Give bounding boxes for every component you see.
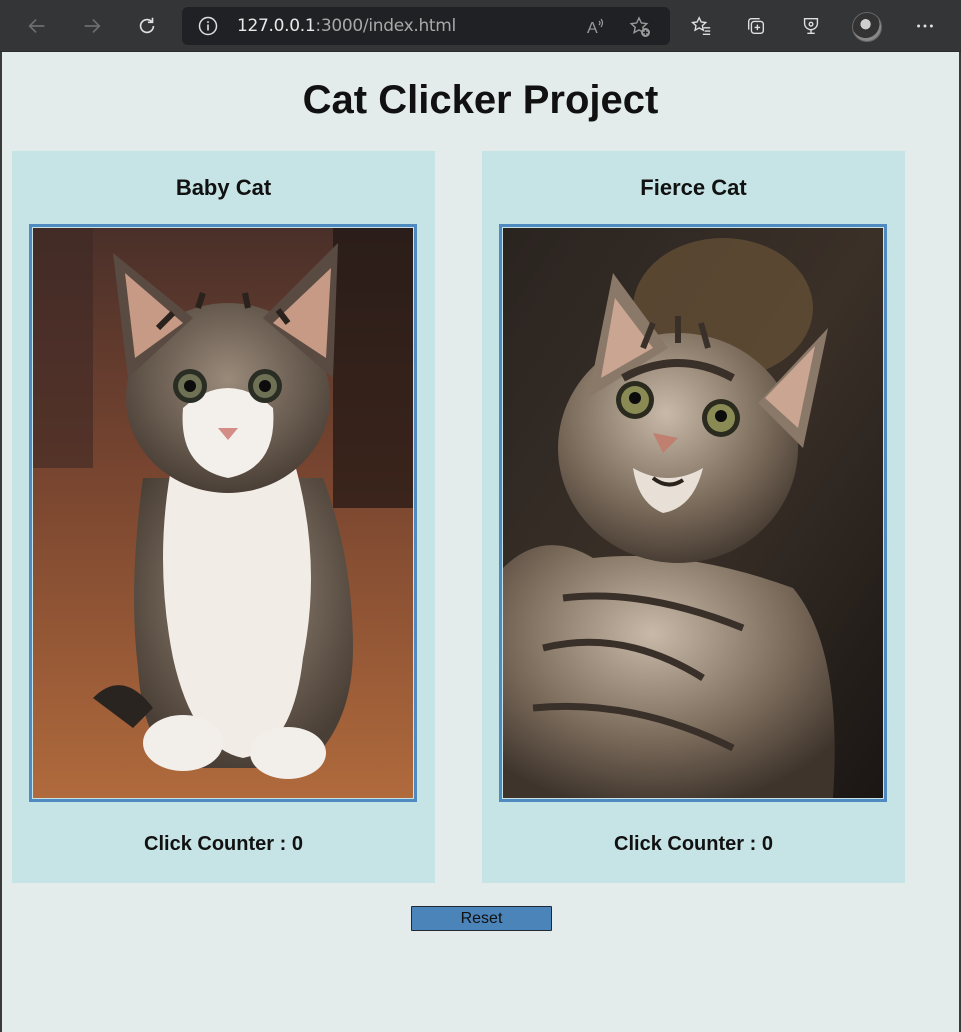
cat-name: Baby Cat <box>175 175 272 200</box>
cat-card-baby: Baby Cat Click Counter: 0 <box>12 151 435 883</box>
forward-arrow-icon[interactable] <box>72 6 112 46</box>
url-host: 127.0.0.1 <box>237 16 316 36</box>
reset-button[interactable]: Reset <box>411 906 552 931</box>
click-counter-label: Click Counter : <box>144 833 292 855</box>
click-counter-value: 0 <box>761 833 773 855</box>
extensions-icon[interactable] <box>791 6 831 46</box>
back-arrow-icon[interactable] <box>17 6 57 46</box>
click-counter-value: 0 <box>291 833 303 855</box>
click-counter: Click Counter : 0 <box>12 833 435 856</box>
address-bar[interactable]: 127.0.0.1:3000/index.html A <box>182 7 670 45</box>
collections-icon[interactable] <box>736 6 776 46</box>
url-text: 127.0.0.1:3000/index.html <box>237 16 456 36</box>
info-icon[interactable] <box>198 16 218 36</box>
cat-card-fierce: Fierce Cat Click Counter: 0 <box>482 151 905 883</box>
browser-toolbar: 127.0.0.1:3000/index.html A <box>0 0 961 52</box>
refresh-icon[interactable] <box>127 6 167 46</box>
svg-text:A: A <box>587 20 598 37</box>
favorites-icon[interactable] <box>681 6 721 46</box>
page-title: Cat Clicker Project <box>302 78 659 122</box>
click-counter: Click Counter : 0 <box>482 833 905 856</box>
add-favorite-icon[interactable] <box>628 15 652 39</box>
more-icon[interactable] <box>905 6 945 46</box>
read-aloud-icon[interactable]: A <box>584 15 608 39</box>
click-counter-label: Click Counter : <box>614 833 762 855</box>
url-path: :3000/index.html <box>315 16 456 36</box>
cat-name: Fierce Cat <box>640 175 747 200</box>
profile-avatar[interactable] <box>852 12 882 42</box>
cat-photo-fierce[interactable] <box>499 224 887 802</box>
window-border <box>0 52 2 1032</box>
tabby-cat-image[interactable] <box>503 228 883 798</box>
kitten-image[interactable] <box>33 228 413 798</box>
cat-photo-baby[interactable] <box>29 224 417 802</box>
